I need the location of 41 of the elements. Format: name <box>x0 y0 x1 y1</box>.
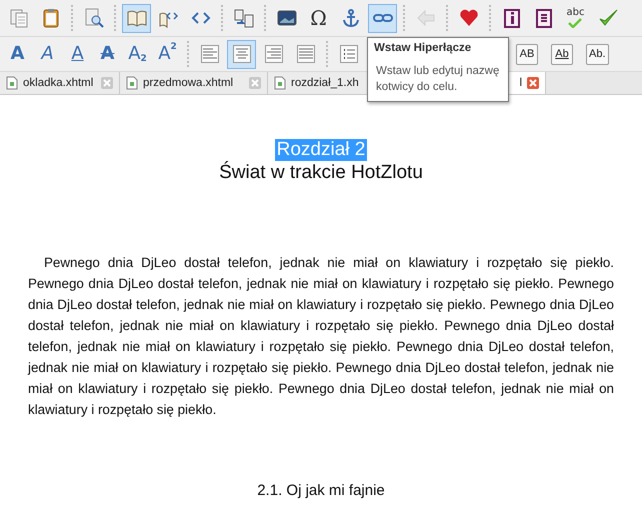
chapter-label: Rozdział 2 <box>274 139 368 161</box>
back-arrow-icon <box>414 7 436 29</box>
title-case-button[interactable]: Ab <box>551 44 573 64</box>
align-center-button[interactable] <box>227 40 256 68</box>
align-right-icon <box>264 44 284 64</box>
split-icon <box>232 7 254 29</box>
document-icon <box>6 76 18 90</box>
uppercase-button[interactable]: AB <box>516 44 538 64</box>
file-tab[interactable]: okladka.xhtml <box>0 72 120 94</box>
close-icon <box>529 79 537 87</box>
align-center-icon <box>232 44 252 64</box>
checkmark-icon <box>568 18 582 28</box>
subscript-button[interactable]: A2 <box>124 40 151 68</box>
bold-button[interactable]: A <box>4 40 31 68</box>
italic-button[interactable]: A <box>34 40 61 68</box>
document-icon <box>274 76 286 90</box>
close-icon <box>251 79 259 87</box>
copy-icon <box>8 7 30 29</box>
file-tab[interactable]: przedmowa.xhtml <box>120 72 268 94</box>
document-icon <box>126 76 138 90</box>
underline-button[interactable]: A <box>64 40 91 68</box>
sentence-case-button[interactable]: Ab. <box>586 44 609 64</box>
tab-label: przedmowa.xhtml <box>143 77 234 89</box>
tab-label: okladka.xhtml <box>23 77 94 89</box>
chapter-title: Świat w trakcie HotZlotu <box>219 162 423 184</box>
special-character-button[interactable]: Ω <box>304 4 333 32</box>
tab-label: rozdział_1.xh <box>291 77 359 89</box>
spellcheck-button[interactable]: abc <box>561 4 590 32</box>
close-icon <box>103 79 111 87</box>
close-tab-button[interactable] <box>527 77 539 89</box>
bullet-list-icon <box>338 44 358 64</box>
strikethrough-button[interactable]: A <box>94 40 121 68</box>
tooltip-title: Wstaw Hiperłącze <box>373 41 472 56</box>
section-heading: 2.1. Oj jak mi fajnie <box>257 482 385 499</box>
insert-link-button[interactable] <box>368 4 397 32</box>
search-icon <box>82 7 104 29</box>
tab-label: l <box>519 77 522 89</box>
align-justify-icon <box>296 44 316 64</box>
book-view-button[interactable] <box>122 4 151 32</box>
body-paragraph: Pewnego dnia DjLeo dostał telefon, jednak nie miał on klawiatury i rozpętało się piekło. Pewnego dnia DjLeo dostał telefon, jednak nie miał on klawiatury i rozpętało się piekło. Pewnego dnia DjLeo dostał telefon, jednak nie miał on klawiatury i rozpętało się piekło. Pewnego dnia DjLeo dostał telefon, jednak nie miał on klawiatury i rozpętało się piekło. Pewnego dnia DjLeo dostał telefon, jednak nie miał on klawiatury i rozpętało się piekło. Pewnego dnia DjLeo dostał telefon, jednak nie miał on klawiatury i rozpętało się piekło. Pewnego dnia DjLeo dostał telefon, jednak nie miał on klawiatury i rozpętało się piekło. Pewnego dnia DjLeo dostał telefon, jednak nie miał on klawiatury i rozpętało się piekło. <box>28 254 614 419</box>
align-left-icon <box>200 44 220 64</box>
